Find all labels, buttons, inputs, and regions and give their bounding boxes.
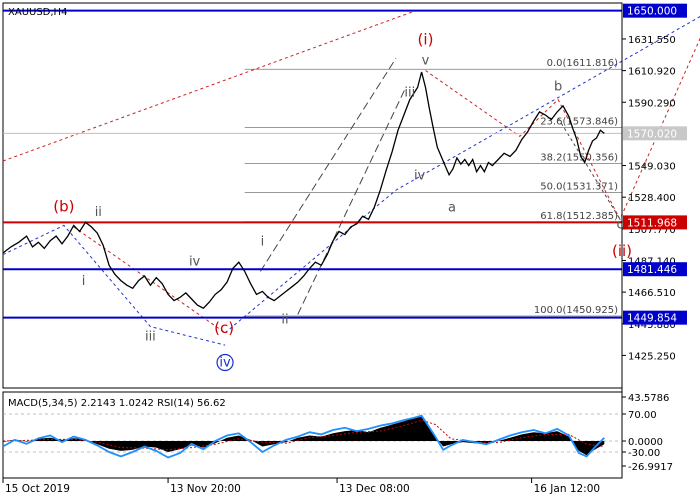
- level-box-label: 1650.000: [627, 6, 677, 18]
- fib-label: 38.2(1550.356): [540, 153, 618, 164]
- price-panel: 0.0(1611.816)23.6(1573.846)38.2(1550.356…: [2, 2, 700, 389]
- indicator-tick-label: 0.0000: [628, 437, 663, 448]
- wave-label: iii: [145, 329, 156, 344]
- level-box-label: 1449.854: [627, 313, 677, 325]
- price-tick-label: 1466.510: [628, 288, 676, 299]
- time-tick-label: 15 Oct 2019: [5, 483, 70, 495]
- indicator-title: MACD(5,34,5) 2.2143 1.0242 RSI(14) 56.62: [8, 398, 226, 409]
- indicator-tick-label: 70.00: [628, 410, 657, 421]
- wave-label: iv: [414, 168, 426, 183]
- chart-canvas: 0.0(1611.816)23.6(1573.846)38.2(1550.356…: [2, 2, 700, 495]
- indicator-panel: MACD(5,34,5) 2.2143 1.0242 RSI(14) 56.62: [2, 391, 623, 479]
- price-tick-label: 1610.920: [628, 67, 676, 78]
- wave-label: ii: [281, 313, 288, 328]
- price-tick-label: 1425.250: [628, 351, 676, 362]
- time-axis: 15 Oct 2019 13 Nov 20:00 13 Dec 08:00 16 Ja…: [2, 478, 600, 495]
- price-tick-label: 1549.030: [628, 162, 676, 173]
- wave-label: iv: [219, 356, 231, 371]
- indicator-tick-label: -26.9917: [628, 462, 673, 473]
- level-box-label: 1511.968: [627, 217, 677, 229]
- fib-label: 0.0(1611.816): [547, 58, 619, 69]
- price-axis: 1631.550 1610.920 1590.290 1549.030 1528.400…: [621, 3, 687, 478]
- price-panel-frame: [2, 2, 623, 389]
- wave-label: i: [261, 234, 265, 249]
- price-tick-label: 1631.550: [628, 35, 676, 46]
- wave-label: (b): [53, 198, 74, 216]
- wave-label: iv: [189, 254, 201, 269]
- wave-label: c: [616, 217, 623, 232]
- wave-label: ii: [95, 205, 102, 220]
- current-price-label: 1570.020: [627, 128, 677, 140]
- time-tick-label: 16 Jan 12:00: [534, 483, 600, 495]
- price-tick-label: 1528.400: [628, 193, 676, 204]
- price-tick-label: 1590.290: [628, 98, 676, 109]
- wave-label: i: [82, 274, 86, 289]
- indicator-tick-label: -30.00: [628, 448, 660, 459]
- wave-label: iii: [404, 86, 415, 101]
- indicator-axis: 43.5786 70.00 0.0000-30.00 -26.9917: [622, 393, 673, 473]
- level-box-label: 1481.446: [627, 264, 677, 276]
- time-tick-label: 13 Nov 20:00: [170, 483, 241, 495]
- time-tick-label: 13 Dec 08:00: [339, 483, 410, 495]
- fib-label: 100.0(1450.925): [534, 305, 618, 316]
- wave-label: (i): [418, 30, 434, 48]
- chart-title: XAUUSD,H4: [8, 7, 67, 18]
- indicator-tick-label: 43.5786: [628, 393, 669, 404]
- wave-label: (c): [214, 319, 234, 337]
- wave-label: v: [422, 53, 430, 68]
- fib-label: 50.0(1531.371): [540, 182, 618, 193]
- wave-label: a: [448, 201, 456, 216]
- fib-label: 61.8(1512.385): [540, 211, 618, 222]
- wave-label: b: [554, 79, 562, 94]
